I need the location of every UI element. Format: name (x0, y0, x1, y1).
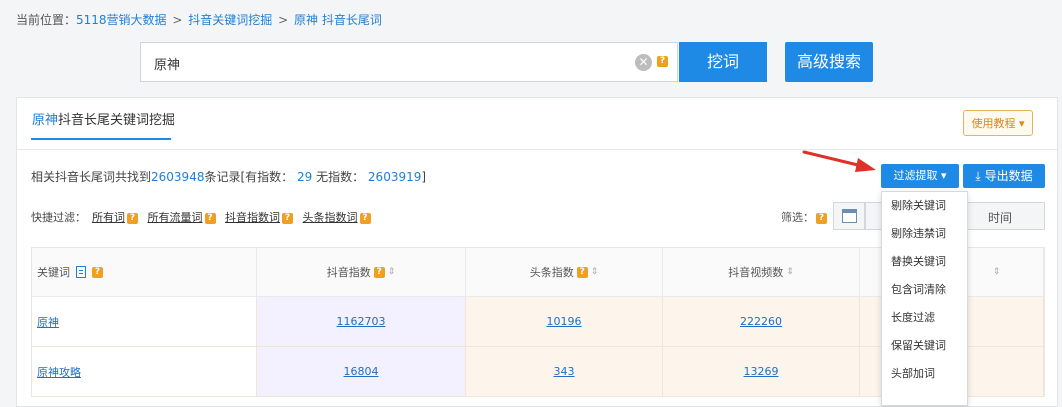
column-header-label: 关键词 (37, 266, 70, 279)
menu-item-replace-keywords[interactable]: 替换关键词 (882, 248, 967, 276)
tab-active-indicator (31, 138, 171, 140)
column-header-label: 抖音视频数 (728, 266, 784, 279)
export-label: 导出数据 (984, 169, 1033, 183)
sort-icon[interactable]: ⇕ (591, 267, 599, 277)
menu-item-contains-word-clear[interactable]: 包含词清除 (882, 276, 967, 304)
download-icon: ⤓ (975, 169, 981, 183)
value-link[interactable]: 1162703 (337, 315, 386, 328)
tutorial-button[interactable]: 使用教程 ▾ (963, 110, 1033, 136)
copy-icon[interactable] (76, 266, 86, 278)
value-link[interactable]: 343 (554, 365, 575, 378)
value-link[interactable]: 13269 (744, 365, 779, 378)
advanced-search-button[interactable]: 高级搜索 (785, 42, 873, 82)
help-icon[interactable]: ? (359, 212, 371, 224)
column-header-keyword[interactable]: 关键词 ? (32, 248, 257, 296)
breadcrumb: 当前位置：5118营销大数据 > 抖音关键词挖掘 > 原神 抖音长尾词 (16, 11, 382, 28)
keyword-link[interactable]: 原神攻略 (37, 364, 81, 380)
stats-text: 相关抖音长尾词共找到 (31, 170, 152, 184)
search-input-value[interactable]: 原神 (154, 54, 180, 73)
calendar-button[interactable] (833, 202, 865, 230)
breadcrumb-item-douyin-keywords[interactable]: 抖音关键词挖掘 (188, 13, 272, 27)
quick-filter-label: 快捷过滤： (31, 211, 86, 224)
menu-item-remove-banned-words[interactable]: 剔除违禁词 (882, 220, 967, 248)
breadcrumb-item-5118[interactable]: 5118营销大数据 (76, 13, 167, 27)
breadcrumb-item-current[interactable]: 原神 抖音长尾词 (294, 13, 382, 27)
column-header-label: 抖音指数 (326, 266, 371, 279)
help-icon[interactable]: ? (657, 56, 668, 67)
table-cell-keyword: 原神 (32, 297, 257, 346)
quick-filter-toutiao-index[interactable]: 头条指数词 (303, 211, 358, 224)
search-input[interactable]: 原神 ✕ ? (140, 42, 678, 82)
sort-icon[interactable]: ⇕ (388, 267, 396, 277)
value-link[interactable]: 10196 (547, 315, 582, 328)
menu-item-keep-keywords[interactable]: 保留关键词 (882, 332, 967, 360)
help-icon[interactable]: ? (373, 266, 385, 278)
stats-text: 条记录[有指数： (204, 170, 294, 184)
keyword-link[interactable]: 原神 (37, 314, 59, 330)
dig-button[interactable]: 挖词 (679, 42, 767, 82)
table-cell: 222260 (663, 297, 860, 346)
column-header-douyin-index[interactable]: 抖音指数 ? ⇕ (257, 248, 466, 296)
result-stats: 相关抖音长尾词共找到2603948条记录[有指数： 29 无指数： 260391… (31, 168, 426, 185)
divider (17, 149, 1057, 150)
stats-text: ] (421, 170, 427, 184)
help-icon[interactable]: ? (127, 212, 138, 224)
quick-filter: 快捷过滤： 所有词? 所有流量词? 抖音指数词? 头条指数词? (31, 209, 371, 225)
caret-down-icon: ▾ (1018, 117, 1025, 130)
export-button[interactable]: ⤓ 导出数据 (963, 164, 1045, 188)
sort-icon[interactable]: ⇕ (786, 267, 794, 277)
date-range-text: 时间 (987, 211, 1012, 225)
filter-dropdown-menu: 剔除关键词 剔除违禁词 替换关键词 包含词清除 长度过滤 保留关键词 头部加词 (881, 191, 968, 406)
help-icon[interactable]: ? (204, 212, 216, 224)
table-cell: 1162703 (257, 297, 466, 346)
tutorial-button-label: 使用教程 (971, 117, 1016, 130)
sort-icon[interactable]: ⇕ (993, 267, 1001, 277)
quick-filter-all[interactable]: 所有词 (92, 211, 125, 224)
menu-item-length-filter[interactable]: 长度过滤 (882, 304, 967, 332)
breadcrumb-separator: > (278, 13, 289, 27)
help-icon[interactable]: ? (816, 212, 827, 224)
menu-item-remove-keywords[interactable]: 剔除关键词 (882, 192, 967, 220)
stats-total: 2603948 (151, 170, 205, 184)
table-cell: 10196 (466, 297, 663, 346)
help-icon[interactable]: ? (92, 266, 103, 278)
breadcrumb-separator: > (172, 13, 183, 27)
screen-label: 筛选：? (781, 209, 827, 225)
value-link[interactable]: 222260 (740, 315, 782, 328)
menu-item-prefix-words[interactable]: 头部加词 (882, 360, 967, 388)
help-icon[interactable]: ? (576, 266, 588, 278)
stats-with-index: 29 (296, 170, 313, 184)
help-icon[interactable]: ? (282, 212, 293, 224)
clear-icon[interactable]: ✕ (635, 54, 652, 71)
panel-title-keyword: 原神 (32, 113, 59, 128)
table-cell: 343 (466, 347, 663, 396)
panel-title-text: 抖音长尾关键词挖掘 (58, 113, 176, 128)
table-cell: 16804 (257, 347, 466, 396)
column-header-douyin-videos[interactable]: 抖音视频数 ⇕ (663, 248, 860, 296)
quick-filter-douyin-index[interactable]: 抖音指数词 (225, 211, 280, 224)
filter-extract-label: 过滤提取 (893, 169, 938, 182)
calendar-icon (842, 209, 857, 223)
arrow-annotation (802, 150, 876, 172)
value-link[interactable]: 16804 (344, 365, 379, 378)
quick-filter-traffic[interactable]: 所有流量词 (148, 211, 203, 224)
column-header-label: 头条指数 (529, 266, 574, 279)
stats-text: 无指数： (312, 170, 365, 184)
column-header-toutiao-index[interactable]: 头条指数 ? ⇕ (466, 248, 663, 296)
panel-title: 原神抖音长尾关键词挖掘 (32, 109, 175, 128)
breadcrumb-prefix: 当前位置： (16, 13, 77, 27)
table-cell-keyword: 原神攻略 (32, 347, 257, 396)
screen-label-text: 筛选： (781, 211, 814, 224)
stats-without-index: 2603919 (367, 170, 422, 184)
caret-down-icon: ▾ (940, 169, 947, 182)
filter-extract-button[interactable]: 过滤提取 ▾ (881, 164, 959, 188)
table-cell: 13269 (663, 347, 860, 396)
